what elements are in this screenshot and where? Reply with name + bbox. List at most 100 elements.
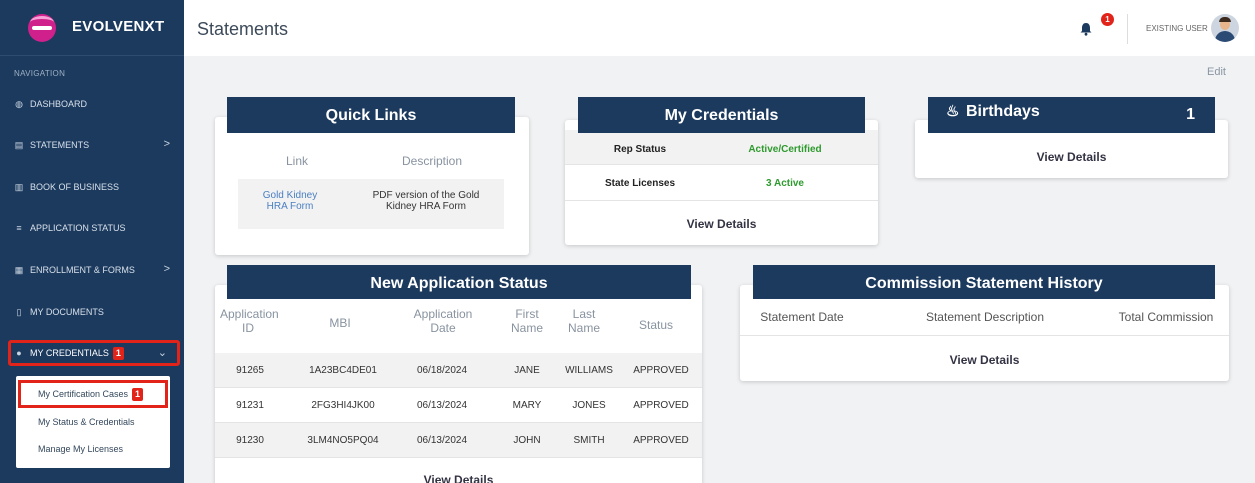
cell-last-name: JONES <box>572 400 606 411</box>
sidebar-item-enrollment-forms[interactable]: ▦ ENROLLMENT & FORMS > <box>14 259 174 281</box>
cake-icon: ♨ <box>946 103 960 120</box>
certification-cases-badge: 1 <box>132 387 144 401</box>
brand-name: EVOLVENXT <box>72 18 165 35</box>
application-status-view-details[interactable]: View Details <box>215 473 702 483</box>
sidebar-item-dashboard[interactable]: ◍ DASHBOARD <box>14 93 174 115</box>
sidebar-item-application-status[interactable]: ≡ APPLICATION STATUS <box>14 217 174 239</box>
user-name[interactable]: EXISTING USER <box>1146 24 1208 33</box>
sidebar-item-label: BOOK OF BUSINESS <box>30 182 120 192</box>
sidebar: EVOLVENXT NAVIGATION ◍ DASHBOARD ▤ STATE… <box>0 0 184 483</box>
cell-last-name: SMITH <box>573 435 605 446</box>
submenu-item-manage-licenses[interactable]: Manage My Licenses <box>16 435 170 463</box>
nav-section-label: NAVIGATION <box>14 69 66 78</box>
column-header-description: Description <box>401 154 463 168</box>
sidebar-item-label: MY CREDENTIALS <box>30 348 109 358</box>
edit-link[interactable]: Edit <box>1207 66 1226 78</box>
row-divider <box>565 200 878 201</box>
cell-application-id: 91265 <box>236 365 264 376</box>
column-header-total-commission: Total Commission <box>1118 310 1214 324</box>
credentials-icon: ● <box>16 348 22 358</box>
submenu-item-certification-cases[interactable]: My Certification Cases 1 <box>18 380 168 408</box>
row-divider <box>215 387 702 388</box>
credentials-title: My Credentials <box>578 97 865 133</box>
chevron-right-icon: > <box>163 263 170 275</box>
sidebar-item-my-documents[interactable]: ▯ MY DOCUMENTS <box>14 301 174 323</box>
quick-links-title: Quick Links <box>227 97 515 133</box>
business-icon: ▥ <box>14 182 24 192</box>
row-divider <box>215 457 702 458</box>
quick-links-card: Link Description Gold Kidney HRA Form PD… <box>215 117 529 255</box>
sidebar-item-label: STATEMENTS <box>30 140 90 150</box>
credentials-badge: 1 <box>112 346 124 360</box>
submenu-item-label: My Certification Cases <box>38 389 129 399</box>
column-header-statement-date: Statement Date <box>760 310 844 324</box>
cell-application-date: 06/13/2024 <box>416 435 468 446</box>
row-divider <box>565 164 878 165</box>
header-divider <box>1127 14 1128 44</box>
column-header-status: Status <box>638 318 674 332</box>
page-title: Statements <box>197 19 289 39</box>
bell-icon[interactable] <box>1079 22 1093 36</box>
birthdays-view-details[interactable]: View Details <box>915 150 1228 164</box>
credentials-submenu: My Certification Cases 1 My Status & Cre… <box>16 376 170 468</box>
column-header-first-name: First Name <box>510 307 543 335</box>
column-header-application-id: Application ID <box>220 307 279 335</box>
top-bar: Statements <box>184 0 1255 56</box>
sidebar-item-my-credentials[interactable]: ● MY CREDENTIALS 1 ⌄ <box>8 340 180 366</box>
commission-title: Commission Statement History <box>753 265 1215 299</box>
cell-mbi: 3LM4NO5PQ04 <box>307 435 379 446</box>
sidebar-item-label: MY DOCUMENTS <box>30 307 104 317</box>
column-header-link: Link <box>285 154 308 168</box>
dashboard-icon: ◍ <box>15 99 23 109</box>
cell-application-date: 06/13/2024 <box>416 400 468 411</box>
submenu-item-label: My Status & Credentials <box>38 417 135 427</box>
column-header-application-date: Application Date <box>413 307 473 335</box>
quick-link-description: PDF version of the Gold Kidney HRA Form <box>372 190 480 212</box>
state-licenses-label: State Licenses <box>604 178 676 189</box>
credentials-view-details[interactable]: View Details <box>565 217 878 231</box>
column-header-mbi: MBI <box>329 316 351 330</box>
cell-status: APPROVED <box>633 365 689 376</box>
cell-mbi: 1A23BC4DE01 <box>309 365 377 376</box>
chevron-down-icon: ⌄ <box>157 347 167 359</box>
forms-icon: ▦ <box>14 265 24 275</box>
cell-application-id: 91230 <box>236 435 264 446</box>
commission-view-details[interactable]: View Details <box>740 353 1229 367</box>
cell-first-name: JOHN <box>513 435 541 446</box>
birthdays-count: 1 <box>1186 106 1195 123</box>
statements-icon: ▤ <box>14 140 24 150</box>
rep-status-label: Rep Status <box>613 144 667 155</box>
notification-badge: 1 <box>1101 13 1114 26</box>
birthdays-header: ♨ Birthdays 1 <box>928 97 1215 133</box>
submenu-item-label: Manage My Licenses <box>38 444 124 454</box>
state-licenses-value: 3 Active <box>766 178 804 189</box>
logo-icon <box>28 14 56 42</box>
cell-mbi: 2FG3HI4JK00 <box>311 400 375 411</box>
birthdays-title: Birthdays <box>966 103 1040 120</box>
credentials-card: Rep Status Active/Certified State Licens… <box>565 120 878 245</box>
list-icon: ≡ <box>16 223 22 233</box>
brand[interactable]: EVOLVENXT <box>0 0 184 56</box>
application-status-card: Application ID MBI Application Date Firs… <box>215 285 702 483</box>
sidebar-item-label: APPLICATION STATUS <box>30 223 126 233</box>
submenu-item-status-credentials[interactable]: My Status & Credentials <box>16 408 170 436</box>
sidebar-item-label: ENROLLMENT & FORMS <box>30 265 135 275</box>
cell-first-name: MARY <box>512 400 542 411</box>
cell-status: APPROVED <box>633 400 689 411</box>
sidebar-item-label: DASHBOARD <box>30 99 88 109</box>
cell-status: APPROVED <box>633 435 689 446</box>
quick-link-gold-kidney[interactable]: Gold Kidney HRA Form <box>251 190 329 212</box>
cell-application-id: 91231 <box>236 400 264 411</box>
sidebar-item-statements[interactable]: ▤ STATEMENTS > <box>14 134 174 156</box>
avatar[interactable] <box>1211 14 1239 42</box>
document-icon: ▯ <box>16 307 22 317</box>
column-header-last-name: Last Name <box>567 307 600 335</box>
sidebar-item-book-of-business[interactable]: ▥ BOOK OF BUSINESS <box>14 176 174 198</box>
cell-application-date: 06/18/2024 <box>416 365 468 376</box>
commission-card: Statement Date Statement Description Tot… <box>740 285 1229 381</box>
row-divider <box>740 335 1229 336</box>
rep-status-value: Active/Certified <box>748 144 822 155</box>
cell-first-name: JANE <box>514 365 540 376</box>
column-header-statement-description: Statement Description <box>925 310 1045 324</box>
cell-last-name: WILLIAMS <box>565 365 613 376</box>
